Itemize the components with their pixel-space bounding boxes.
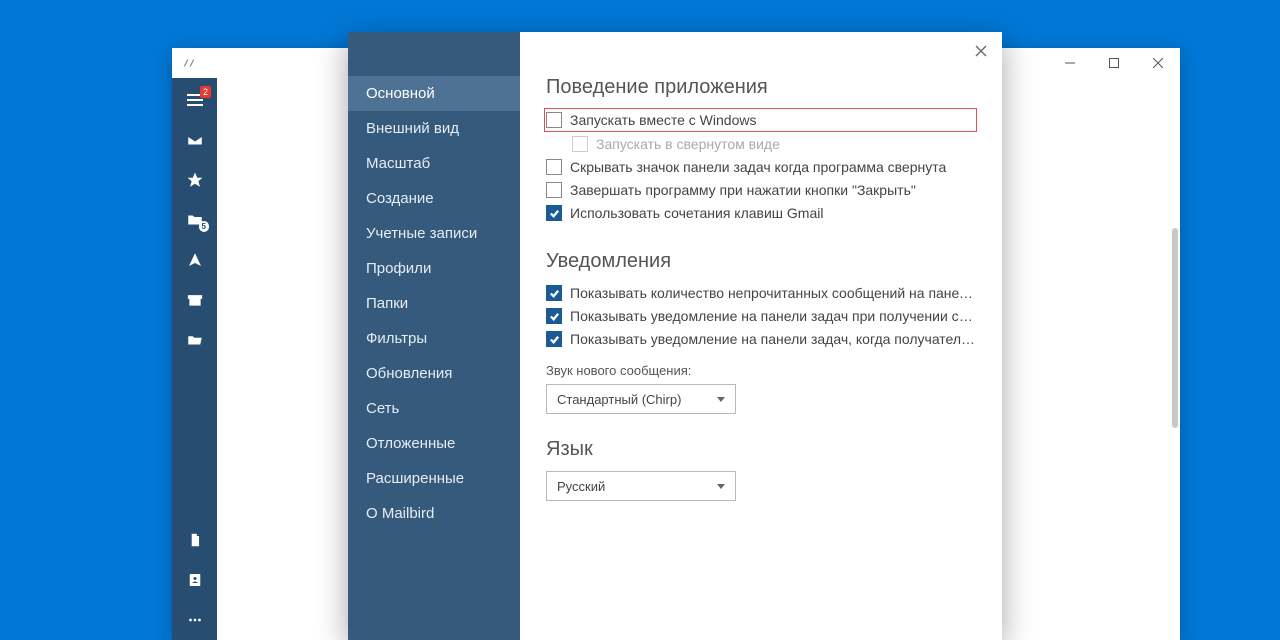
select-sound-value: Стандартный (Chirp)	[557, 392, 681, 407]
sent-icon[interactable]	[172, 240, 217, 280]
nav-item-filters[interactable]: Фильтры	[348, 321, 520, 356]
opt-gmail-shortcuts[interactable]: Использовать сочетания клавиш Gmail	[546, 203, 976, 223]
nav-item-snoozed[interactable]: Отложенные	[348, 426, 520, 461]
opt-launch-minimized: Запускать в свернутом виде	[572, 134, 976, 154]
close-window-button[interactable]	[1136, 48, 1180, 78]
settings-dialog: Основной Внешний вид Масштаб Создание Уч…	[348, 32, 1002, 640]
nav-item-scale[interactable]: Масштаб	[348, 146, 520, 181]
opt-show-toast-receive[interactable]: Показывать уведомление на панели задач п…	[546, 306, 976, 326]
checkbox-icon[interactable]	[546, 182, 562, 198]
nav-item-accounts[interactable]: Учетные записи	[348, 216, 520, 251]
menu-button[interactable]: 2	[172, 80, 217, 120]
document-icon[interactable]	[172, 520, 217, 560]
select-language[interactable]: Русский	[546, 471, 736, 501]
checkbox-checked-icon[interactable]	[546, 331, 562, 347]
nav-item-folders[interactable]: Папки	[348, 286, 520, 321]
nav-item-advanced[interactable]: Расширенные	[348, 461, 520, 496]
starred-icon[interactable]	[172, 160, 217, 200]
scrollbar-thumb[interactable]	[1172, 228, 1178, 428]
menu-badge: 2	[200, 86, 211, 98]
opt-launch-with-windows[interactable]: Запускать вместе с Windows	[545, 109, 976, 131]
minimize-button[interactable]	[1048, 48, 1092, 78]
chevron-down-icon	[717, 397, 725, 402]
app-sidebar: 2 5	[172, 78, 217, 640]
more-icon[interactable]	[172, 600, 217, 640]
nav-item-about[interactable]: О Mailbird	[348, 496, 520, 531]
inbox-icon[interactable]	[172, 120, 217, 160]
opt-show-toast-open[interactable]: Показывать уведомление на панели задач, …	[546, 329, 976, 349]
checkbox-checked-icon[interactable]	[546, 285, 562, 301]
select-language-value: Русский	[557, 479, 605, 494]
folder-badge-icon[interactable]: 5	[172, 200, 217, 240]
chevron-down-icon	[717, 484, 725, 489]
settings-content: Поведение приложения Запускать вместе с …	[520, 32, 1002, 640]
opt-show-unread-count[interactable]: Показывать количество непрочитанных сооб…	[546, 283, 976, 303]
nav-item-compose[interactable]: Создание	[348, 181, 520, 216]
field-sound-label: Звук нового сообщения:	[546, 363, 976, 378]
select-sound[interactable]: Стандартный (Chirp)	[546, 384, 736, 414]
checkbox-checked-icon[interactable]	[546, 308, 562, 324]
contacts-icon[interactable]	[172, 560, 217, 600]
opt-close-exits[interactable]: Завершать программу при нажатии кнопки "…	[546, 180, 976, 200]
nav-item-appearance[interactable]: Внешний вид	[348, 111, 520, 146]
nav-item-general[interactable]: Основной	[348, 76, 520, 111]
checkbox-icon[interactable]	[546, 159, 562, 175]
checkbox-icon	[572, 136, 588, 152]
folder-count-badge: 5	[199, 221, 209, 232]
open-folder-icon[interactable]	[172, 320, 217, 360]
archive-icon[interactable]	[172, 280, 217, 320]
opt-hide-tray[interactable]: Скрывать значок панели задач когда прогр…	[546, 157, 976, 177]
nav-item-updates[interactable]: Обновления	[348, 356, 520, 391]
dialog-close-button[interactable]	[970, 40, 992, 62]
section-language-title: Язык	[546, 438, 976, 461]
maximize-button[interactable]	[1092, 48, 1136, 78]
section-notifications-title: Уведомления	[546, 250, 976, 273]
checkbox-icon[interactable]	[546, 112, 562, 128]
app-logo-icon	[182, 56, 196, 70]
nav-item-network[interactable]: Сеть	[348, 391, 520, 426]
nav-item-profiles[interactable]: Профили	[348, 251, 520, 286]
settings-nav: Основной Внешний вид Масштаб Создание Уч…	[348, 32, 520, 640]
section-behavior-title: Поведение приложения	[546, 76, 976, 99]
checkbox-checked-icon[interactable]	[546, 205, 562, 221]
